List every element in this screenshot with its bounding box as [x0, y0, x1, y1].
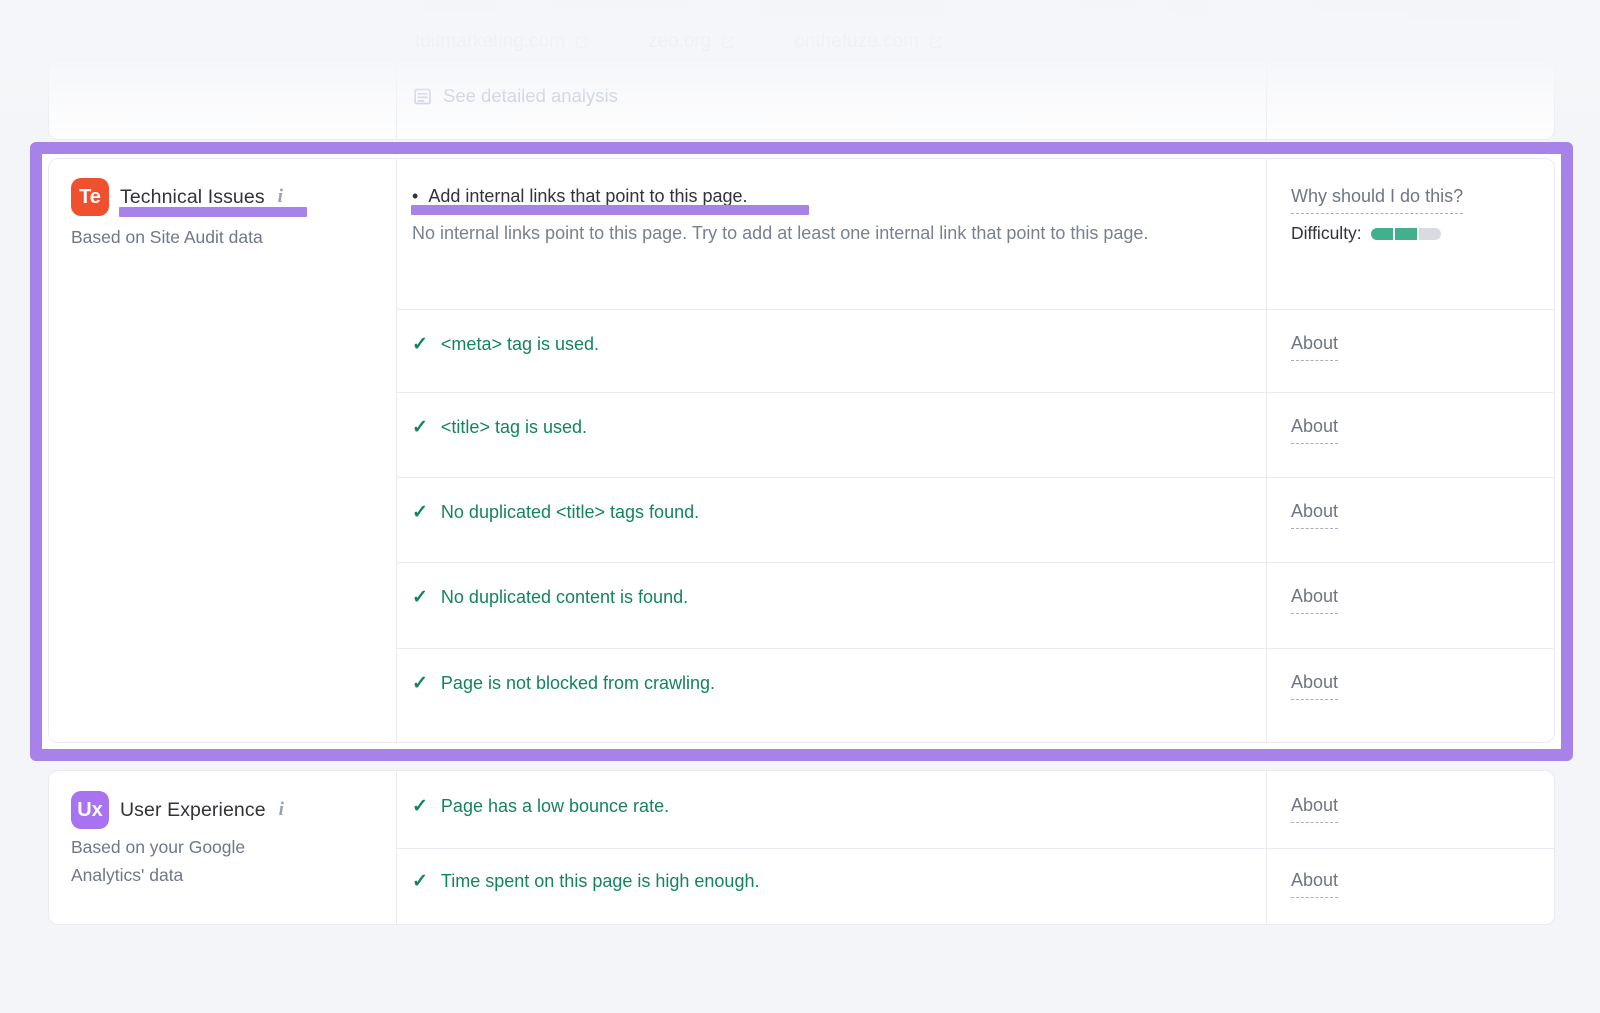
difficulty-row: Difficulty:: [1291, 223, 1441, 244]
ux-badge: Ux: [71, 791, 109, 829]
section-title: User Experience: [120, 799, 266, 822]
previous-section-card: See detailed analysis: [48, 60, 1555, 140]
check-icon: ✓: [412, 333, 428, 356]
about-link[interactable]: About: [1291, 501, 1338, 529]
check-row: ✓ No duplicated <title> tags found.: [396, 477, 1266, 562]
check-text: Time spent on this page is high enough.: [441, 871, 760, 892]
competitor-links-row: tuitmarketing.com zeo.org onthefuze.com: [415, 31, 944, 53]
check-icon: ✓: [412, 416, 428, 439]
check-icon: ✓: [412, 586, 428, 609]
about-cell: About: [1266, 477, 1556, 529]
te-badge: Te: [71, 178, 109, 216]
why-should-i-do-this-link[interactable]: Why should I do this?: [1291, 186, 1463, 214]
top-remnant-block: [1168, 0, 1206, 14]
check-row: ✓ Time spent on this page is high enough.: [396, 848, 1266, 926]
about-cell: About: [1266, 648, 1556, 700]
about-cell: About: [1266, 309, 1556, 361]
bullet-icon: •: [412, 186, 418, 207]
check-icon: ✓: [412, 501, 428, 524]
technical-issues-highlight-box: Te Technical Issues i Based on Site Audi…: [30, 142, 1573, 761]
check-text: No duplicated <title> tags found.: [441, 502, 699, 523]
check-icon: ✓: [412, 795, 428, 818]
user-experience-header: Ux User Experience i: [71, 791, 284, 829]
about-link[interactable]: About: [1291, 333, 1338, 361]
competitor-link[interactable]: onthefuze.com: [794, 31, 944, 53]
external-link-icon: [928, 34, 944, 50]
check-text: <title> tag is used.: [441, 417, 587, 438]
column-divider: [396, 61, 397, 139]
see-detailed-analysis-link[interactable]: See detailed analysis: [412, 85, 618, 107]
check-row: ✓ <title> tag is used.: [396, 392, 1266, 477]
see-detailed-analysis-label: See detailed analysis: [443, 85, 618, 107]
issue-description: No internal links point to this page. Tr…: [412, 219, 1227, 248]
issue-title: • Add internal links that point to this …: [412, 186, 748, 207]
competitor-link[interactable]: zeo.org: [648, 31, 736, 53]
info-icon[interactable]: i: [277, 799, 284, 821]
about-link[interactable]: About: [1291, 416, 1338, 444]
title-highlight-underline: [119, 207, 307, 217]
about-cell: About: [1266, 562, 1556, 614]
about-link[interactable]: About: [1291, 672, 1338, 700]
about-cell: About: [1266, 771, 1556, 823]
check-row: ✓ No duplicated content is found.: [396, 562, 1266, 648]
about-cell: About: [1266, 848, 1556, 898]
check-text: Page has a low bounce rate.: [441, 796, 669, 817]
about-link[interactable]: About: [1291, 586, 1338, 614]
difficulty-label: Difficulty:: [1291, 223, 1362, 244]
check-text: No duplicated content is found.: [441, 587, 688, 608]
page-checks-screen: tuitmarketing.com zeo.org onthefuze.com …: [0, 0, 1600, 1013]
competitor-link-label: zeo.org: [648, 31, 711, 53]
competitor-link[interactable]: tuitmarketing.com: [415, 31, 590, 53]
difficulty-bar: [1371, 228, 1441, 240]
competitor-link-label: tuitmarketing.com: [415, 31, 565, 53]
check-text: Page is not blocked from crawling.: [441, 673, 715, 694]
external-link-icon: [720, 34, 736, 50]
top-remnant-block: [548, 0, 688, 10]
top-remnant-block: [757, 0, 942, 15]
top-remnant-block: [1408, 0, 1520, 20]
difficulty-segment: [1395, 228, 1417, 240]
info-icon[interactable]: i: [276, 186, 283, 208]
technical-issues-section: Te Technical Issues i Based on Site Audi…: [48, 158, 1555, 743]
check-text: <meta> tag is used.: [441, 334, 599, 355]
check-row: ✓ <meta> tag is used.: [396, 309, 1266, 392]
difficulty-segment: [1371, 228, 1393, 240]
about-cell: About: [1266, 392, 1556, 444]
check-row: ✓ Page is not blocked from crawling.: [396, 648, 1266, 744]
column-divider: [1266, 61, 1267, 139]
section-subtitle: Based on your Google Analytics' data: [71, 833, 311, 889]
external-link-icon: [574, 34, 590, 50]
section-title: Technical Issues: [120, 186, 265, 209]
report-icon: [412, 86, 433, 107]
issue-highlight-underline: [411, 205, 809, 215]
competitor-link-label: onthefuze.com: [794, 31, 919, 53]
check-icon: ✓: [412, 870, 428, 893]
issue-title-text: Add internal links that point to this pa…: [428, 186, 747, 207]
about-link[interactable]: About: [1291, 795, 1338, 823]
top-remnant-block: [425, 0, 495, 13]
difficulty-segment: [1419, 228, 1441, 240]
check-row: ✓ Page has a low bounce rate.: [396, 771, 1266, 848]
about-link[interactable]: About: [1291, 870, 1338, 898]
top-remnant-block: [1082, 0, 1140, 10]
check-icon: ✓: [412, 672, 428, 695]
section-subtitle: Based on Site Audit data: [71, 223, 263, 251]
user-experience-section: Ux User Experience i Based on your Googl…: [48, 770, 1555, 925]
